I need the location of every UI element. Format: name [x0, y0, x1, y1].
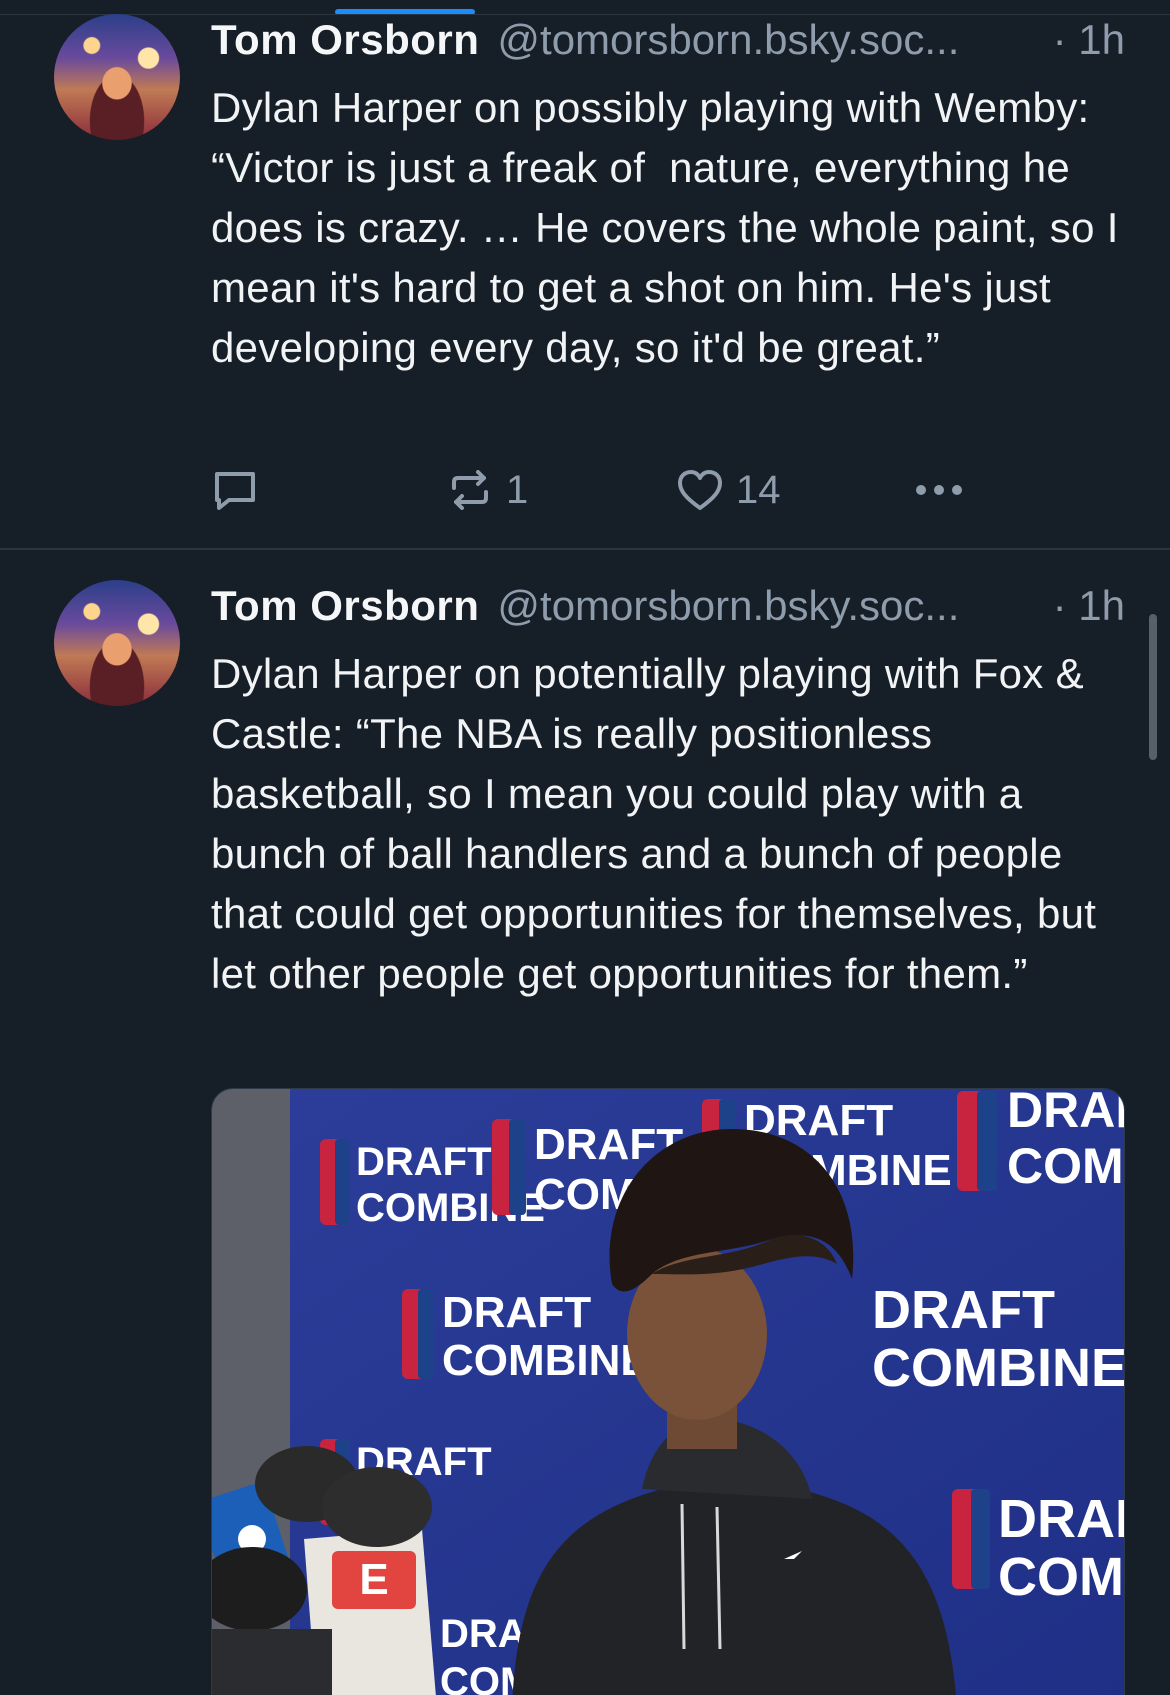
post-header: Tom Orsborn @tomorsborn.bsky.soc... · 1h — [211, 578, 1125, 634]
post-timestamp[interactable]: · 1h — [1053, 12, 1125, 68]
author-name[interactable]: Tom Orsborn — [211, 578, 479, 634]
post-image[interactable]: DRAFT COMBINE DRAFT COMBINE DRAFT COMBIN… — [211, 1088, 1125, 1695]
svg-text:COMBINE: COMBINE — [872, 1338, 1125, 1398]
post-timestamp[interactable]: · 1h — [1053, 578, 1125, 634]
press-conference-photo: DRAFT COMBINE DRAFT COMBINE DRAFT COMBIN… — [212, 1089, 1125, 1695]
feed-post[interactable]: Tom Orsborn @tomorsborn.bsky.soc... · 1h… — [0, 0, 1170, 550]
svg-text:DRAFT: DRAFT — [1007, 1089, 1125, 1138]
repost-count: 1 — [506, 467, 529, 512]
post-text: Dylan Harper on potentially playing with… — [211, 650, 1109, 997]
speech-bubble-icon — [211, 466, 259, 514]
repost-button[interactable]: 1 — [446, 462, 528, 518]
svg-text:COMBINE: COMBINE — [1007, 1138, 1125, 1194]
scrollbar[interactable] — [1149, 614, 1157, 760]
post-text: Dylan Harper on possibly playing with We… — [211, 84, 1131, 371]
heart-icon — [676, 466, 724, 514]
feed-screen: Tom Orsborn @tomorsborn.bsky.soc... · 1h… — [0, 0, 1170, 1695]
author-handle[interactable]: @tomorsborn.bsky.soc... — [497, 12, 1044, 68]
svg-text:DRAFT: DRAFT — [442, 1288, 591, 1337]
reply-button[interactable] — [211, 462, 271, 518]
post-header: Tom Orsborn @tomorsborn.bsky.soc... · 1h — [211, 12, 1125, 68]
author-name[interactable]: Tom Orsborn — [211, 12, 479, 68]
svg-text:COMBINE: COMBINE — [442, 1336, 650, 1385]
svg-text:DRAFT: DRAFT — [998, 1489, 1125, 1549]
svg-text:E: E — [359, 1555, 388, 1604]
like-count: 14 — [736, 467, 781, 512]
author-handle[interactable]: @tomorsborn.bsky.soc... — [497, 578, 1044, 634]
svg-text:DRAFT: DRAFT — [872, 1280, 1055, 1340]
svg-text:COMBINE: COMBINE — [998, 1547, 1125, 1607]
svg-text:DRAFT: DRAFT — [356, 1140, 492, 1184]
more-options-button[interactable] — [911, 462, 967, 518]
ellipsis-icon — [911, 466, 967, 514]
avatar[interactable] — [54, 580, 180, 706]
avatar[interactable] — [54, 14, 180, 140]
repost-arrows-icon — [446, 466, 494, 514]
feed-post[interactable]: Tom Orsborn @tomorsborn.bsky.soc... · 1h… — [0, 552, 1170, 1695]
like-button[interactable]: 14 — [676, 462, 781, 518]
post-actions: 1 14 — [211, 462, 1111, 518]
